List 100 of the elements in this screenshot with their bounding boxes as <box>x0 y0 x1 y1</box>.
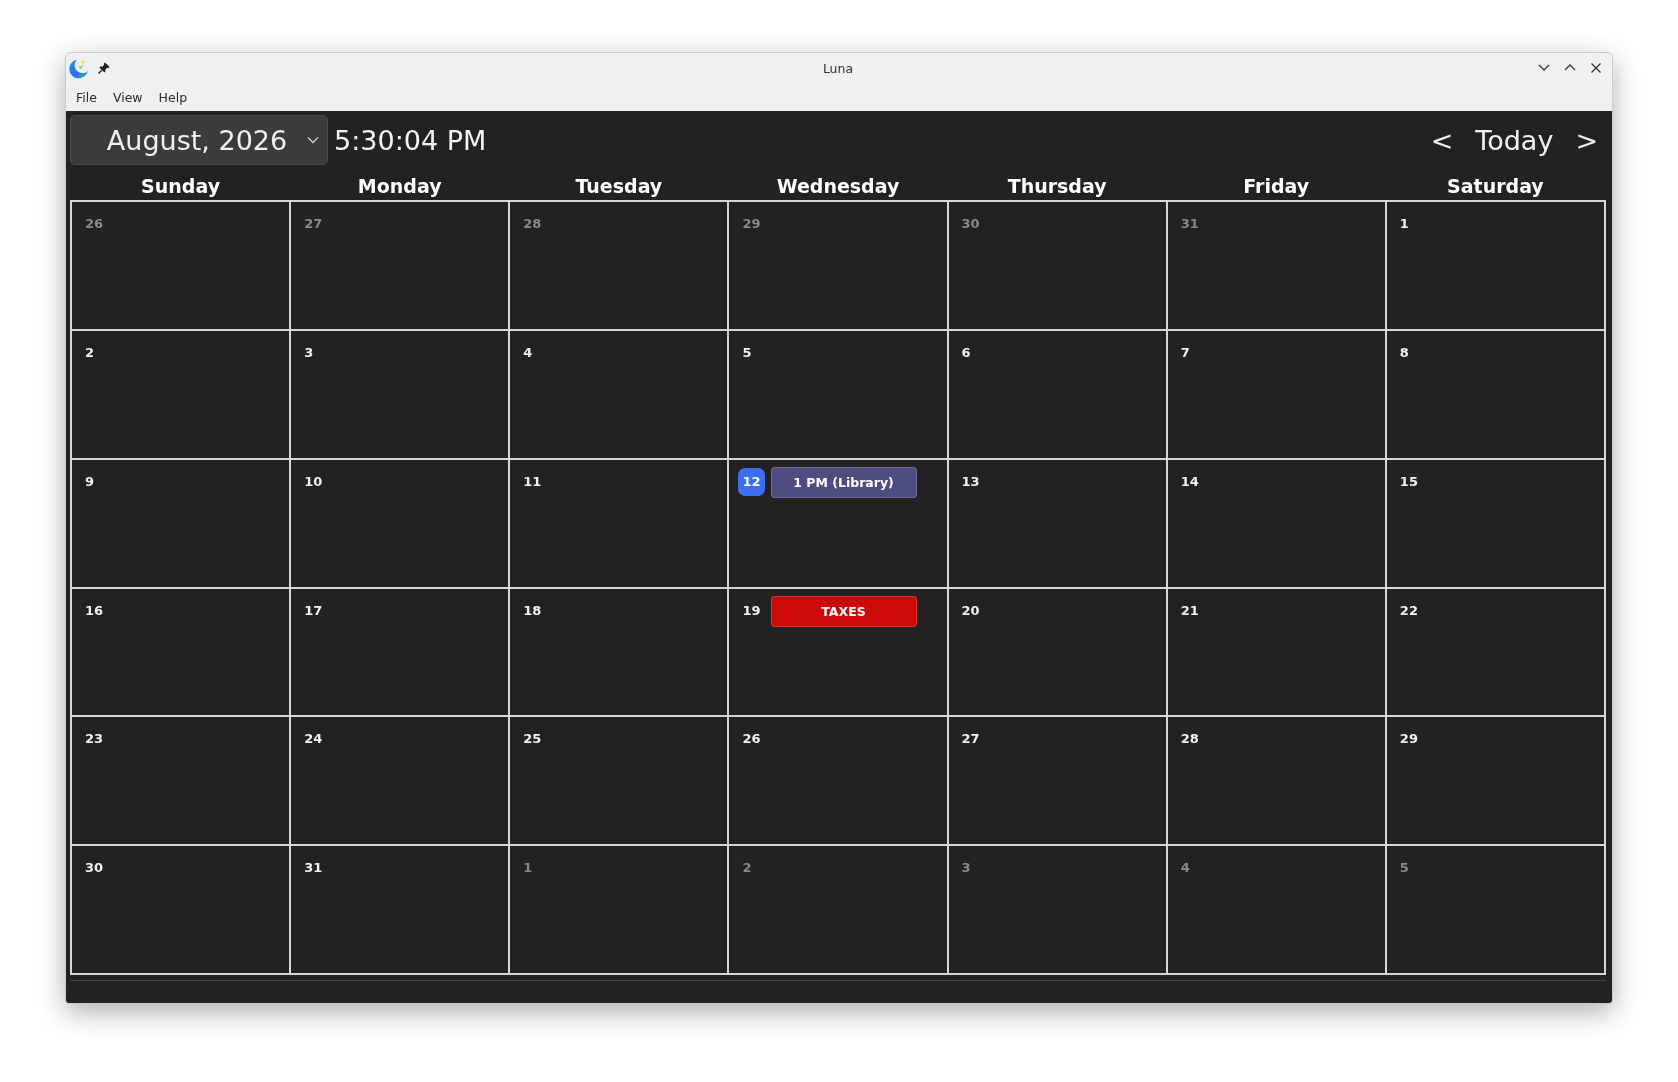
day-cell[interactable]: 3 <box>948 846 1166 973</box>
day-cell[interactable]: 30 <box>948 202 1166 329</box>
crescent-moon-icon <box>68 57 89 79</box>
menu-item[interactable]: Help <box>152 86 194 108</box>
day-number: 27 <box>303 215 324 233</box>
weekday-header: Friday <box>1242 174 1311 199</box>
day-cell[interactable]: 26 <box>72 202 290 329</box>
day-number: 5 <box>1398 859 1410 878</box>
day-cell[interactable]: 28 <box>510 202 728 329</box>
day-number: 29 <box>741 215 762 233</box>
menu-item[interactable]: File <box>70 86 103 108</box>
day-number: 7 <box>1179 343 1191 362</box>
day-cell[interactable]: 29 <box>729 202 947 329</box>
day-number: 28 <box>1179 730 1200 749</box>
day-number: 16 <box>84 601 105 620</box>
day-number: 29 <box>1398 730 1419 749</box>
month-picker[interactable]: August, 2026 <box>70 115 328 165</box>
weekday-header: Sunday <box>140 174 222 199</box>
day-number: 3 <box>960 859 972 878</box>
weekday-header: Tuesday <box>574 174 664 199</box>
day-number: 4 <box>522 343 534 362</box>
day-number: 10 <box>303 472 324 491</box>
day-number: 21 <box>1179 601 1200 620</box>
day-cell[interactable]: 3 <box>291 330 509 458</box>
window-title: Luna <box>822 60 854 76</box>
day-number: 4 <box>1179 859 1191 878</box>
day-cell[interactable]: 14 <box>1167 459 1385 587</box>
next-month-button[interactable]: > <box>1567 122 1606 158</box>
day-cell[interactable]: 6 <box>948 330 1166 458</box>
day-number: 19 <box>741 601 762 620</box>
day-number: 1 <box>522 859 534 878</box>
day-cell[interactable]: 25 <box>510 717 728 845</box>
day-cell[interactable]: 30 <box>72 846 290 973</box>
day-cell[interactable]: 11 <box>510 459 728 587</box>
day-cell[interactable]: 2 <box>72 330 290 458</box>
day-cell[interactable]: 29 <box>1386 717 1604 845</box>
day-cell[interactable]: 28 <box>1167 717 1385 845</box>
day-cell[interactable]: 17 <box>291 588 509 716</box>
day-cell[interactable]: 4 <box>510 330 728 458</box>
weekday-header: Thursday <box>1006 174 1108 199</box>
day-number: 6 <box>960 343 972 362</box>
day-cell[interactable]: 20 <box>948 588 1166 716</box>
day-cell[interactable]: 1 <box>510 846 728 973</box>
day-number: 18 <box>522 601 543 620</box>
day-number: 5 <box>741 343 753 362</box>
day-cell[interactable]: 23 <box>72 717 290 845</box>
day-number: 9 <box>84 472 96 491</box>
previous-month-button[interactable]: < <box>1422 122 1462 158</box>
day-number: 17 <box>303 601 324 620</box>
day-number: 24 <box>303 730 324 749</box>
day-number: 23 <box>84 730 105 749</box>
day-number: 20 <box>960 601 981 620</box>
day-number: 30 <box>960 215 981 233</box>
day-cell[interactable]: 13 <box>948 459 1166 587</box>
day-number: 3 <box>303 343 315 362</box>
day-cell[interactable]: 5 <box>1386 846 1604 973</box>
today-button[interactable]: Today <box>1467 122 1562 158</box>
day-cell[interactable]: 31 <box>1167 202 1385 329</box>
day-number: 25 <box>522 730 543 749</box>
day-cell[interactable]: 8 <box>1386 330 1604 458</box>
calendar-event[interactable]: TAXES <box>770 595 917 627</box>
day-number: 27 <box>960 730 981 749</box>
day-cell[interactable]: 10 <box>291 459 509 587</box>
day-number: 12 <box>738 467 765 496</box>
day-cell[interactable]: 15 <box>1386 459 1604 587</box>
calendar-event[interactable]: 1 PM (Library) <box>770 466 917 498</box>
day-cell[interactable]: 7 <box>1167 330 1385 458</box>
menu-item[interactable]: View <box>106 86 149 108</box>
day-cell[interactable]: 2 <box>729 846 947 973</box>
day-number: 15 <box>1398 472 1419 491</box>
day-number: 22 <box>1398 601 1419 620</box>
day-number: 14 <box>1179 472 1200 491</box>
day-number: 30 <box>84 859 105 878</box>
clock-text: 5:30:04 PM <box>334 124 487 156</box>
day-cell[interactable]: 12 1 PM (Library) <box>729 459 947 587</box>
day-number: 31 <box>1179 215 1200 233</box>
day-cell[interactable]: 19 TAXES <box>729 588 947 716</box>
day-number: 11 <box>522 472 543 491</box>
day-number: 28 <box>522 215 543 233</box>
weekday-header: Wednesday <box>775 174 901 199</box>
weekday-header: Saturday <box>1446 174 1545 199</box>
day-cell[interactable]: 27 <box>291 202 509 329</box>
day-number: 26 <box>741 730 762 749</box>
day-cell[interactable]: 21 <box>1167 588 1385 716</box>
day-cell[interactable]: 31 <box>291 846 509 973</box>
day-cell[interactable]: 5 <box>729 330 947 458</box>
day-number: 2 <box>84 343 96 362</box>
day-cell[interactable]: 24 <box>291 717 509 845</box>
day-cell[interactable]: 1 <box>1386 202 1604 329</box>
weekday-header: Monday <box>356 174 443 199</box>
day-cell[interactable]: 27 <box>948 717 1166 845</box>
day-number: 8 <box>1398 343 1410 362</box>
chevron-down-icon <box>307 136 319 144</box>
day-cell[interactable]: 22 <box>1386 588 1604 716</box>
day-cell[interactable]: 9 <box>72 459 290 587</box>
day-cell[interactable]: 4 <box>1167 846 1385 973</box>
day-cell[interactable]: 18 <box>510 588 728 716</box>
day-number: 2 <box>741 859 753 878</box>
day-cell[interactable]: 26 <box>729 717 947 845</box>
day-cell[interactable]: 16 <box>72 588 290 716</box>
